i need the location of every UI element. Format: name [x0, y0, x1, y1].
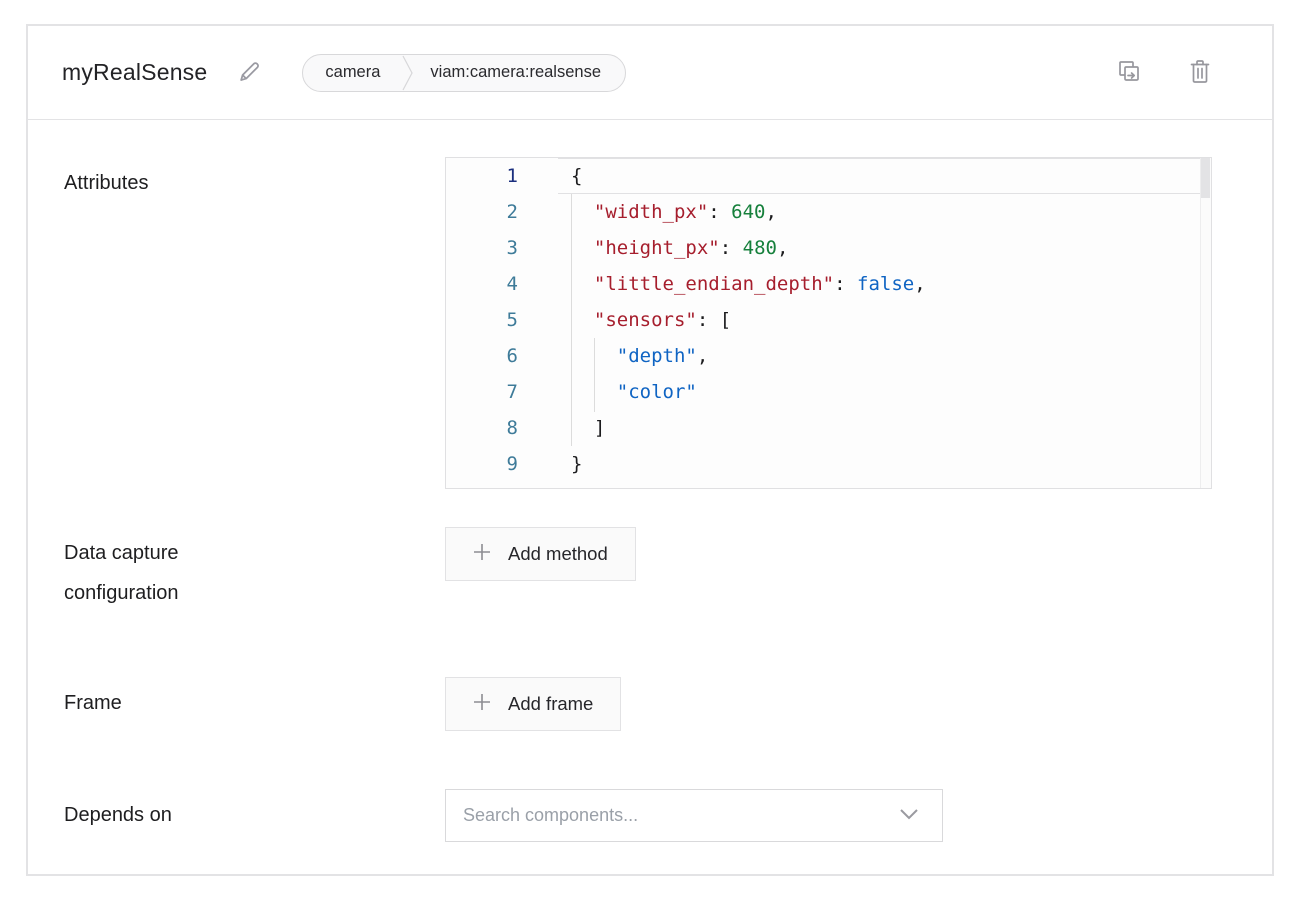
line-number: 6: [446, 338, 558, 374]
json-editor-lines: 1{2 "width_px": 640,3 "height_px": 480,4…: [446, 158, 1211, 482]
frame-row: Frame Add frame: [64, 677, 1272, 731]
component-card: myRealSense camera viam:camera:realsense: [26, 24, 1274, 876]
data-capture-row: Data capture configuration Add method: [64, 527, 1272, 613]
code-line-content[interactable]: ]: [558, 410, 1211, 446]
add-frame-button[interactable]: Add frame: [445, 677, 621, 731]
add-method-label: Add method: [508, 543, 608, 565]
attributes-row: Attributes 1{2 "width_px": 640,3 "height…: [64, 157, 1272, 489]
line-number: 8: [446, 410, 558, 446]
rename-button[interactable]: [235, 57, 264, 89]
delete-button[interactable]: [1186, 56, 1214, 90]
code-line-content[interactable]: "sensors": [: [558, 302, 1211, 338]
add-method-button[interactable]: Add method: [445, 527, 636, 581]
line-number: 9: [446, 446, 558, 482]
code-line: 3 "height_px": 480,: [446, 230, 1211, 266]
code-line-content[interactable]: "width_px": 640,: [558, 194, 1211, 230]
code-line: 9}: [446, 446, 1211, 482]
badge-type-label: camera: [303, 63, 402, 82]
depends-on-label: Depends on: [64, 789, 445, 835]
data-capture-label: Data capture configuration: [64, 527, 445, 613]
card-header: myRealSense camera viam:camera:realsense: [28, 26, 1272, 120]
plus-icon: [473, 543, 491, 566]
code-line-content[interactable]: {: [558, 158, 1211, 194]
depends-on-row: Depends on: [64, 789, 1272, 842]
component-name-title: myRealSense: [62, 59, 207, 86]
plus-icon: [473, 693, 491, 716]
editor-scrollbar-thumb[interactable]: [1201, 158, 1210, 198]
card-body: Attributes 1{2 "width_px": 640,3 "height…: [28, 120, 1272, 842]
duplicate-icon: [1116, 58, 1142, 87]
editor-scrollbar[interactable]: [1200, 158, 1211, 488]
line-number: 7: [446, 374, 558, 410]
pencil-icon: [237, 59, 262, 87]
line-number: 4: [446, 266, 558, 302]
code-line: 4 "little_endian_depth": false,: [446, 266, 1211, 302]
code-line-content[interactable]: "height_px": 480,: [558, 230, 1211, 266]
search-components-input[interactable]: [446, 790, 942, 841]
line-number: 5: [446, 302, 558, 338]
line-number: 2: [446, 194, 558, 230]
line-number: 3: [446, 230, 558, 266]
badge-model-label: viam:camera:realsense: [414, 63, 601, 82]
code-line: 5 "sensors": [: [446, 302, 1211, 338]
depends-on-select[interactable]: [445, 789, 943, 842]
code-line-content[interactable]: "little_endian_depth": false,: [558, 266, 1211, 302]
add-frame-label: Add frame: [508, 693, 593, 715]
trash-icon: [1188, 58, 1212, 88]
code-line-content[interactable]: "depth",: [558, 338, 1211, 374]
header-actions: [1114, 56, 1214, 90]
code-line-content[interactable]: "color": [558, 374, 1211, 410]
breadcrumb-chevron-icon: [402, 55, 414, 91]
code-line: 6 "depth",: [446, 338, 1211, 374]
code-line: 7 "color": [446, 374, 1211, 410]
duplicate-button[interactable]: [1114, 56, 1144, 89]
line-number: 1: [446, 158, 558, 194]
code-line: 2 "width_px": 640,: [446, 194, 1211, 230]
attributes-label: Attributes: [64, 157, 445, 203]
code-line: 8 ]: [446, 410, 1211, 446]
frame-label: Frame: [64, 677, 445, 723]
json-attributes-editor[interactable]: 1{2 "width_px": 640,3 "height_px": 480,4…: [445, 157, 1212, 489]
code-line: 1{: [446, 158, 1211, 194]
type-badge: camera viam:camera:realsense: [302, 54, 626, 92]
code-line-content[interactable]: }: [558, 446, 1211, 482]
